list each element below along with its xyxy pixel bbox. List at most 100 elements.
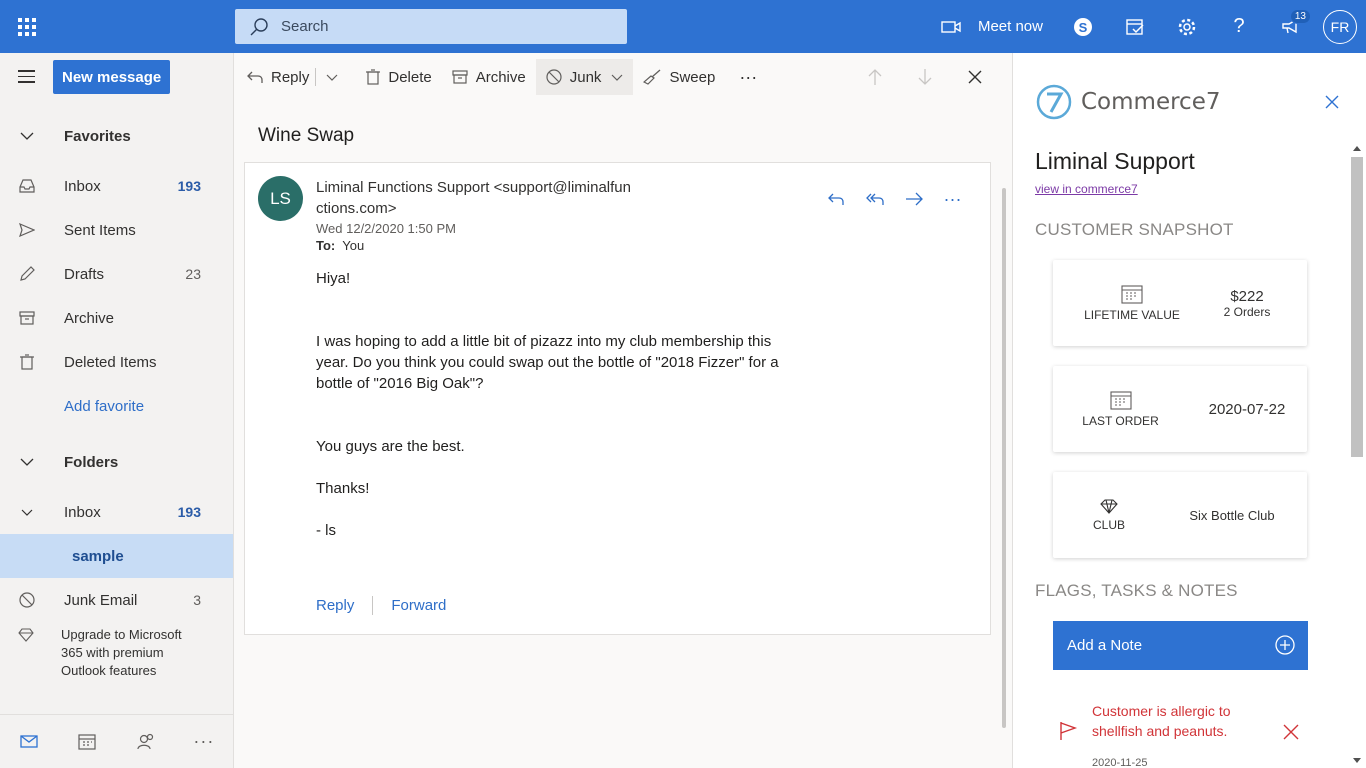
commerce7-addin-panel: Commerce7 Liminal Support view in commer…	[1012, 53, 1366, 768]
inbox-icon	[18, 177, 36, 195]
favorites-header[interactable]: Favorites	[0, 114, 233, 158]
mail-module-button[interactable]	[0, 715, 58, 768]
sweep-label: Sweep	[669, 68, 716, 86]
folder-sample[interactable]: sample	[0, 534, 233, 578]
add-note-label: Add a Note	[1067, 637, 1143, 654]
settings-button[interactable]	[1161, 0, 1213, 53]
chevron-down-icon[interactable]	[18, 503, 36, 521]
sidebar-item-drafts[interactable]: Drafts 23	[0, 252, 233, 296]
archive-button[interactable]: Archive	[442, 59, 536, 95]
view-in-commerce7-link[interactable]: view in commerce7	[1035, 182, 1138, 196]
help-button[interactable]: ?	[1213, 0, 1265, 53]
close-panel-button[interactable]	[1324, 94, 1340, 115]
calendar-module-button[interactable]	[58, 715, 116, 768]
reply-all-button[interactable]	[855, 187, 894, 211]
skype-button[interactable]: S	[1057, 0, 1109, 53]
add-favorite-link[interactable]: Add favorite	[0, 384, 233, 428]
reading-pane-scrollbar[interactable]	[1000, 150, 1008, 768]
feedback-button[interactable]: 13	[1265, 0, 1317, 53]
search-input[interactable]	[281, 18, 601, 35]
flags-tasks-notes-title: FLAGS, TASKS & NOTES	[1035, 581, 1238, 600]
lifetime-value-card: LIFETIME VALUE $222 2 Orders	[1053, 260, 1307, 346]
order-count: 2 Orders	[1223, 304, 1271, 319]
delete-button[interactable]: Delete	[356, 59, 441, 95]
scrollbar-thumb[interactable]	[1002, 188, 1006, 728]
sidebar-item-inbox[interactable]: Inbox 193	[0, 164, 233, 208]
delete-flag-icon[interactable]	[1283, 724, 1299, 740]
commerce7-logo-icon	[1036, 84, 1072, 120]
new-message-button[interactable]: New message	[53, 60, 171, 94]
card-value-area: 2020-07-22	[1187, 366, 1307, 452]
calendar-icon	[78, 734, 96, 750]
more-message-actions-button[interactable]: ···	[933, 187, 972, 211]
sidebar-item-sent-items[interactable]: Sent Items	[0, 208, 233, 252]
panel-scrollbar[interactable]	[1350, 145, 1364, 768]
search-box[interactable]	[235, 9, 627, 44]
flag-icon	[1060, 722, 1078, 740]
scrollbar-thumb[interactable]	[1351, 157, 1363, 457]
folders-label: Folders	[64, 453, 119, 471]
favorites-label: Favorites	[64, 127, 131, 145]
close-message-button[interactable]	[954, 59, 1012, 95]
next-message-button[interactable]	[904, 59, 954, 95]
more-actions-button[interactable]: ···	[729, 59, 767, 95]
lifetime-value: $222	[1230, 287, 1264, 305]
folder-inbox[interactable]: Inbox 193	[0, 490, 233, 534]
calendar-check-icon	[1126, 18, 1144, 35]
club-name: Six Bottle Club	[1189, 507, 1275, 523]
message-actions: ···	[816, 187, 972, 211]
question-mark-icon: ?	[1233, 15, 1245, 37]
flag-date: 2020-11-25	[1092, 757, 1148, 768]
more-icon: ···	[193, 731, 215, 751]
sender-line: Liminal Functions Support <support@limin…	[316, 179, 631, 196]
folder-label: sample	[72, 547, 124, 565]
body-paragraph: - ls	[316, 522, 336, 539]
folder-junk-email[interactable]: Junk Email 3	[0, 578, 233, 622]
item-count: 23	[185, 266, 201, 282]
meet-now-button[interactable]: Meet now	[941, 18, 1043, 35]
calendar-icon	[1109, 391, 1132, 410]
sweep-button[interactable]: Sweep	[633, 59, 725, 95]
forward-link[interactable]: Forward	[391, 597, 446, 614]
reply-label: Reply	[271, 68, 310, 86]
folders-header[interactable]: Folders	[0, 440, 233, 484]
people-module-button[interactable]	[117, 715, 175, 768]
hamburger-menu-icon[interactable]	[18, 70, 35, 87]
sender-address[interactable]: Liminal Functions Support <support@limin…	[316, 177, 656, 219]
to-value[interactable]: You	[342, 238, 364, 253]
add-note-button[interactable]: Add a Note	[1053, 621, 1308, 670]
reply-link[interactable]: Reply	[316, 597, 354, 614]
account-avatar[interactable]: FR	[1323, 9, 1357, 44]
forward-button[interactable]	[894, 187, 933, 211]
send-icon	[18, 221, 36, 239]
scroll-down-arrow-icon[interactable]	[1353, 758, 1361, 764]
app-launcher-button[interactable]	[0, 0, 53, 53]
unread-count: 193	[177, 178, 201, 194]
message-date: Wed 12/2/2020 1:50 PM	[316, 221, 456, 236]
sidebar-item-archive[interactable]: Archive	[0, 296, 233, 340]
body-paragraph: You guys are the best.	[316, 438, 465, 455]
card-value-area: $222 2 Orders	[1187, 260, 1307, 346]
reply-options-dropdown[interactable]	[320, 59, 356, 95]
previous-message-button[interactable]	[854, 59, 904, 95]
sender-avatar[interactable]: LS	[258, 176, 303, 221]
sidebar-item-label: Inbox	[64, 177, 101, 195]
arrow-down-icon	[918, 69, 932, 85]
reply-button[interactable]: Reply	[235, 59, 319, 95]
unread-count: 193	[177, 504, 201, 520]
reply-message-button[interactable]	[816, 187, 855, 211]
item-count: 3	[193, 592, 201, 608]
body-line: bottle of "2016 Big Oak"?	[316, 375, 484, 392]
mail-icon	[20, 735, 38, 748]
reply-icon	[827, 193, 844, 205]
folder-pane: New message Favorites Inbox 193 Sent Ite…	[0, 53, 234, 768]
scroll-up-arrow-icon[interactable]	[1353, 145, 1361, 151]
junk-button[interactable]: Junk	[535, 59, 634, 95]
brand-name: Commerce7	[1081, 89, 1221, 115]
meet-now-label: Meet now	[977, 18, 1043, 35]
my-day-button[interactable]	[1109, 0, 1161, 53]
sidebar-item-deleted-items[interactable]: Deleted Items	[0, 340, 233, 384]
more-apps-button[interactable]: ···	[175, 715, 233, 768]
card-label: LAST ORDER	[1082, 414, 1159, 428]
body-line: I was hoping to add a little bit of piza…	[316, 333, 772, 350]
